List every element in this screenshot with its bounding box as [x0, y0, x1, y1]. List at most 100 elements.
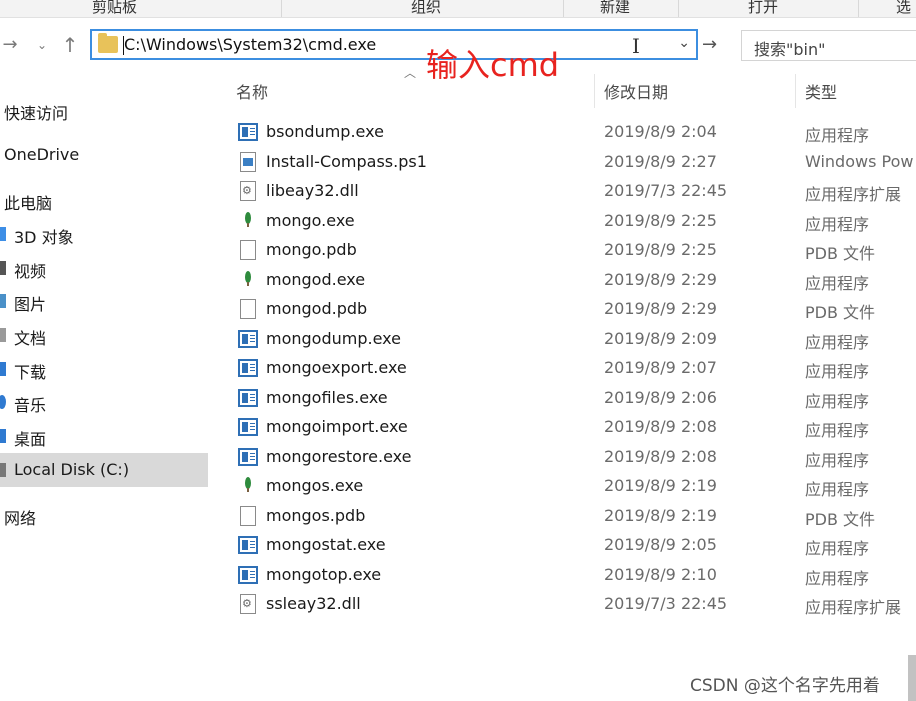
ribbon-divider [563, 0, 564, 17]
cube-icon [0, 227, 6, 241]
drive-icon [0, 463, 6, 477]
file-type: 应用程序 [805, 214, 870, 234]
file-date: 2019/7/3 22:45 [604, 181, 728, 200]
file-row[interactable]: mongod.exe 2019/8/9 2:29 应用程序 [230, 265, 916, 294]
exe-icon [238, 447, 258, 466]
file-type: PDB 文件 [805, 244, 876, 263]
dll-icon [240, 181, 256, 201]
file-type: 应用程序扩展 [805, 598, 902, 617]
exe-icon [238, 359, 258, 377]
file-type: 应用程序 [805, 332, 870, 352]
sidebar-item-label: 快速访问 [4, 104, 69, 123]
picture-icon [0, 294, 6, 308]
file-row[interactable]: mongodump.exe 2019/8/9 2:09 应用程序 [230, 324, 916, 353]
file-type: 应用程序 [805, 273, 870, 293]
ribbon-group-clipboard[interactable]: 剪贴板 [92, 0, 137, 17]
file-date: 2019/8/9 2:08 [604, 446, 717, 466]
recent-chevron-down-icon[interactable]: ⌄ [32, 32, 52, 58]
file-name: mongo.exe [266, 210, 355, 230]
file-date: 2019/8/9 2:19 [604, 476, 717, 495]
column-header-modified[interactable]: 修改日期 [604, 79, 668, 103]
up-arrow-icon[interactable]: ↑ [60, 32, 80, 58]
file-icon [240, 299, 256, 319]
file-date: 2019/8/9 2:29 [604, 299, 717, 318]
address-input[interactable]: C:\Windows\System32\cmd.exe [124, 35, 376, 54]
sidebar-item-label: 3D 对象 [14, 228, 74, 247]
column-header-type[interactable]: 类型 [805, 79, 837, 103]
ribbon-group-open[interactable]: 打开 [748, 0, 778, 17]
file-row[interactable]: mongo.pdb 2019/8/9 2:25 PDB 文件 [230, 235, 916, 264]
file-name: mongod.exe [266, 269, 366, 289]
file-row[interactable]: libeay32.dll 2019/7/3 22:45 应用程序扩展 [230, 176, 916, 205]
file-type: 应用程序 [805, 568, 870, 588]
file-row[interactable]: mongofiles.exe 2019/8/9 2:06 应用程序 [230, 383, 916, 412]
sidebar-item-label: 音乐 [14, 396, 47, 415]
file-row[interactable]: mongoexport.exe 2019/8/9 2:07 应用程序 [230, 353, 916, 382]
back-arrow-icon[interactable]: → [0, 32, 20, 58]
sidebar-item-label: 图片 [14, 295, 47, 314]
file-type: PDB 文件 [805, 509, 876, 529]
file-row[interactable]: mongo.exe 2019/8/9 2:25 应用程序 [230, 206, 916, 235]
sidebar-item-this-pc[interactable]: 此电脑 [0, 183, 208, 217]
sidebar-item-pictures[interactable]: 图片 [0, 284, 208, 318]
vertical-scrollbar[interactable] [908, 655, 916, 701]
sidebar-item-music[interactable]: 音乐 [0, 385, 208, 419]
ribbon-group-select[interactable]: 选 [896, 0, 911, 17]
ibeam-cursor-icon: I [632, 34, 640, 58]
exe-icon [238, 388, 258, 407]
file-row[interactable]: ssleay32.dll 2019/7/3 22:45 应用程序扩展 [230, 589, 916, 618]
file-row[interactable]: mongos.exe 2019/8/9 2:19 应用程序 [230, 471, 916, 500]
file-date: 2019/7/3 22:45 [604, 594, 728, 613]
file-name: libeay32.dll [266, 181, 359, 200]
search-input[interactable]: 搜索"bin" [754, 36, 825, 60]
ribbon-group-organize[interactable]: 组织 [411, 0, 441, 17]
file-row[interactable]: mongos.pdb 2019/8/9 2:19 PDB 文件 [230, 501, 916, 530]
file-row[interactable]: mongotop.exe 2019/8/9 2:10 应用程序 [230, 560, 916, 589]
file-name: mongod.pdb [266, 299, 368, 318]
file-row[interactable]: mongostat.exe 2019/8/9 2:05 应用程序 [230, 530, 916, 559]
sidebar-item-3d-objects[interactable]: 3D 对象 [0, 217, 208, 251]
file-name: mongos.exe [266, 476, 364, 495]
sidebar-item-desktop[interactable]: 桌面 [0, 419, 208, 453]
mongo-leaf-icon [244, 270, 252, 287]
sidebar-item-network[interactable]: 网络 [0, 498, 208, 532]
sidebar-item-local-disk-c[interactable]: Local Disk (C:) [0, 453, 208, 487]
column-divider[interactable] [594, 74, 595, 108]
sidebar-item-label: 文档 [14, 329, 47, 348]
exe-icon [238, 565, 258, 584]
file-name: mongos.pdb [266, 505, 366, 525]
file-type: 应用程序 [805, 362, 870, 381]
file-date: 2019/8/9 2:09 [604, 328, 717, 348]
exe-icon [238, 329, 258, 348]
file-date: 2019/8/9 2:27 [604, 151, 717, 171]
file-type: 应用程序 [805, 539, 870, 558]
file-date: 2019/8/9 2:25 [604, 240, 717, 259]
sidebar-item-downloads[interactable]: 下载 [0, 352, 208, 386]
address-bar[interactable]: C:\Windows\System32\cmd.exe I ⌄ [90, 29, 698, 60]
ribbon-group-new[interactable]: 新建 [600, 0, 630, 17]
go-arrow-icon[interactable]: → [702, 34, 717, 55]
file-row[interactable]: Install-Compass.ps1 2019/8/9 2:27 Window… [230, 147, 916, 176]
file-type: 应用程序扩展 [805, 185, 902, 204]
ribbon: 剪贴板 组织 新建 打开 选 [0, 0, 916, 18]
sidebar-item-onedrive[interactable]: OneDrive [0, 138, 208, 172]
column-header-name[interactable]: 名称 [236, 79, 268, 103]
search-box[interactable]: 搜索"bin" [741, 30, 916, 61]
sidebar-item-videos[interactable]: 视频 [0, 251, 208, 285]
file-row[interactable]: bsondump.exe 2019/8/9 2:04 应用程序 [230, 117, 916, 146]
file-date: 2019/8/9 2:19 [604, 505, 717, 525]
column-divider[interactable] [795, 74, 796, 108]
address-dropdown-chevron-icon[interactable]: ⌄ [678, 35, 690, 51]
desktop-icon [0, 429, 6, 443]
file-name: ssleay32.dll [266, 594, 361, 613]
file-name: mongodump.exe [266, 328, 401, 348]
sort-ascending-icon: ︿ [404, 66, 417, 80]
sidebar-item-quick-access[interactable]: 快速访问 [0, 93, 208, 127]
sidebar-item-documents[interactable]: 文档 [0, 318, 208, 352]
file-row[interactable]: mongod.pdb 2019/8/9 2:29 PDB 文件 [230, 294, 916, 323]
file-date: 2019/8/9 2:06 [604, 387, 717, 407]
file-name: mongorestore.exe [266, 446, 412, 466]
file-row[interactable]: mongoimport.exe 2019/8/9 2:08 应用程序 [230, 412, 916, 441]
download-icon [0, 362, 6, 376]
file-row[interactable]: mongorestore.exe 2019/8/9 2:08 应用程序 [230, 442, 916, 471]
